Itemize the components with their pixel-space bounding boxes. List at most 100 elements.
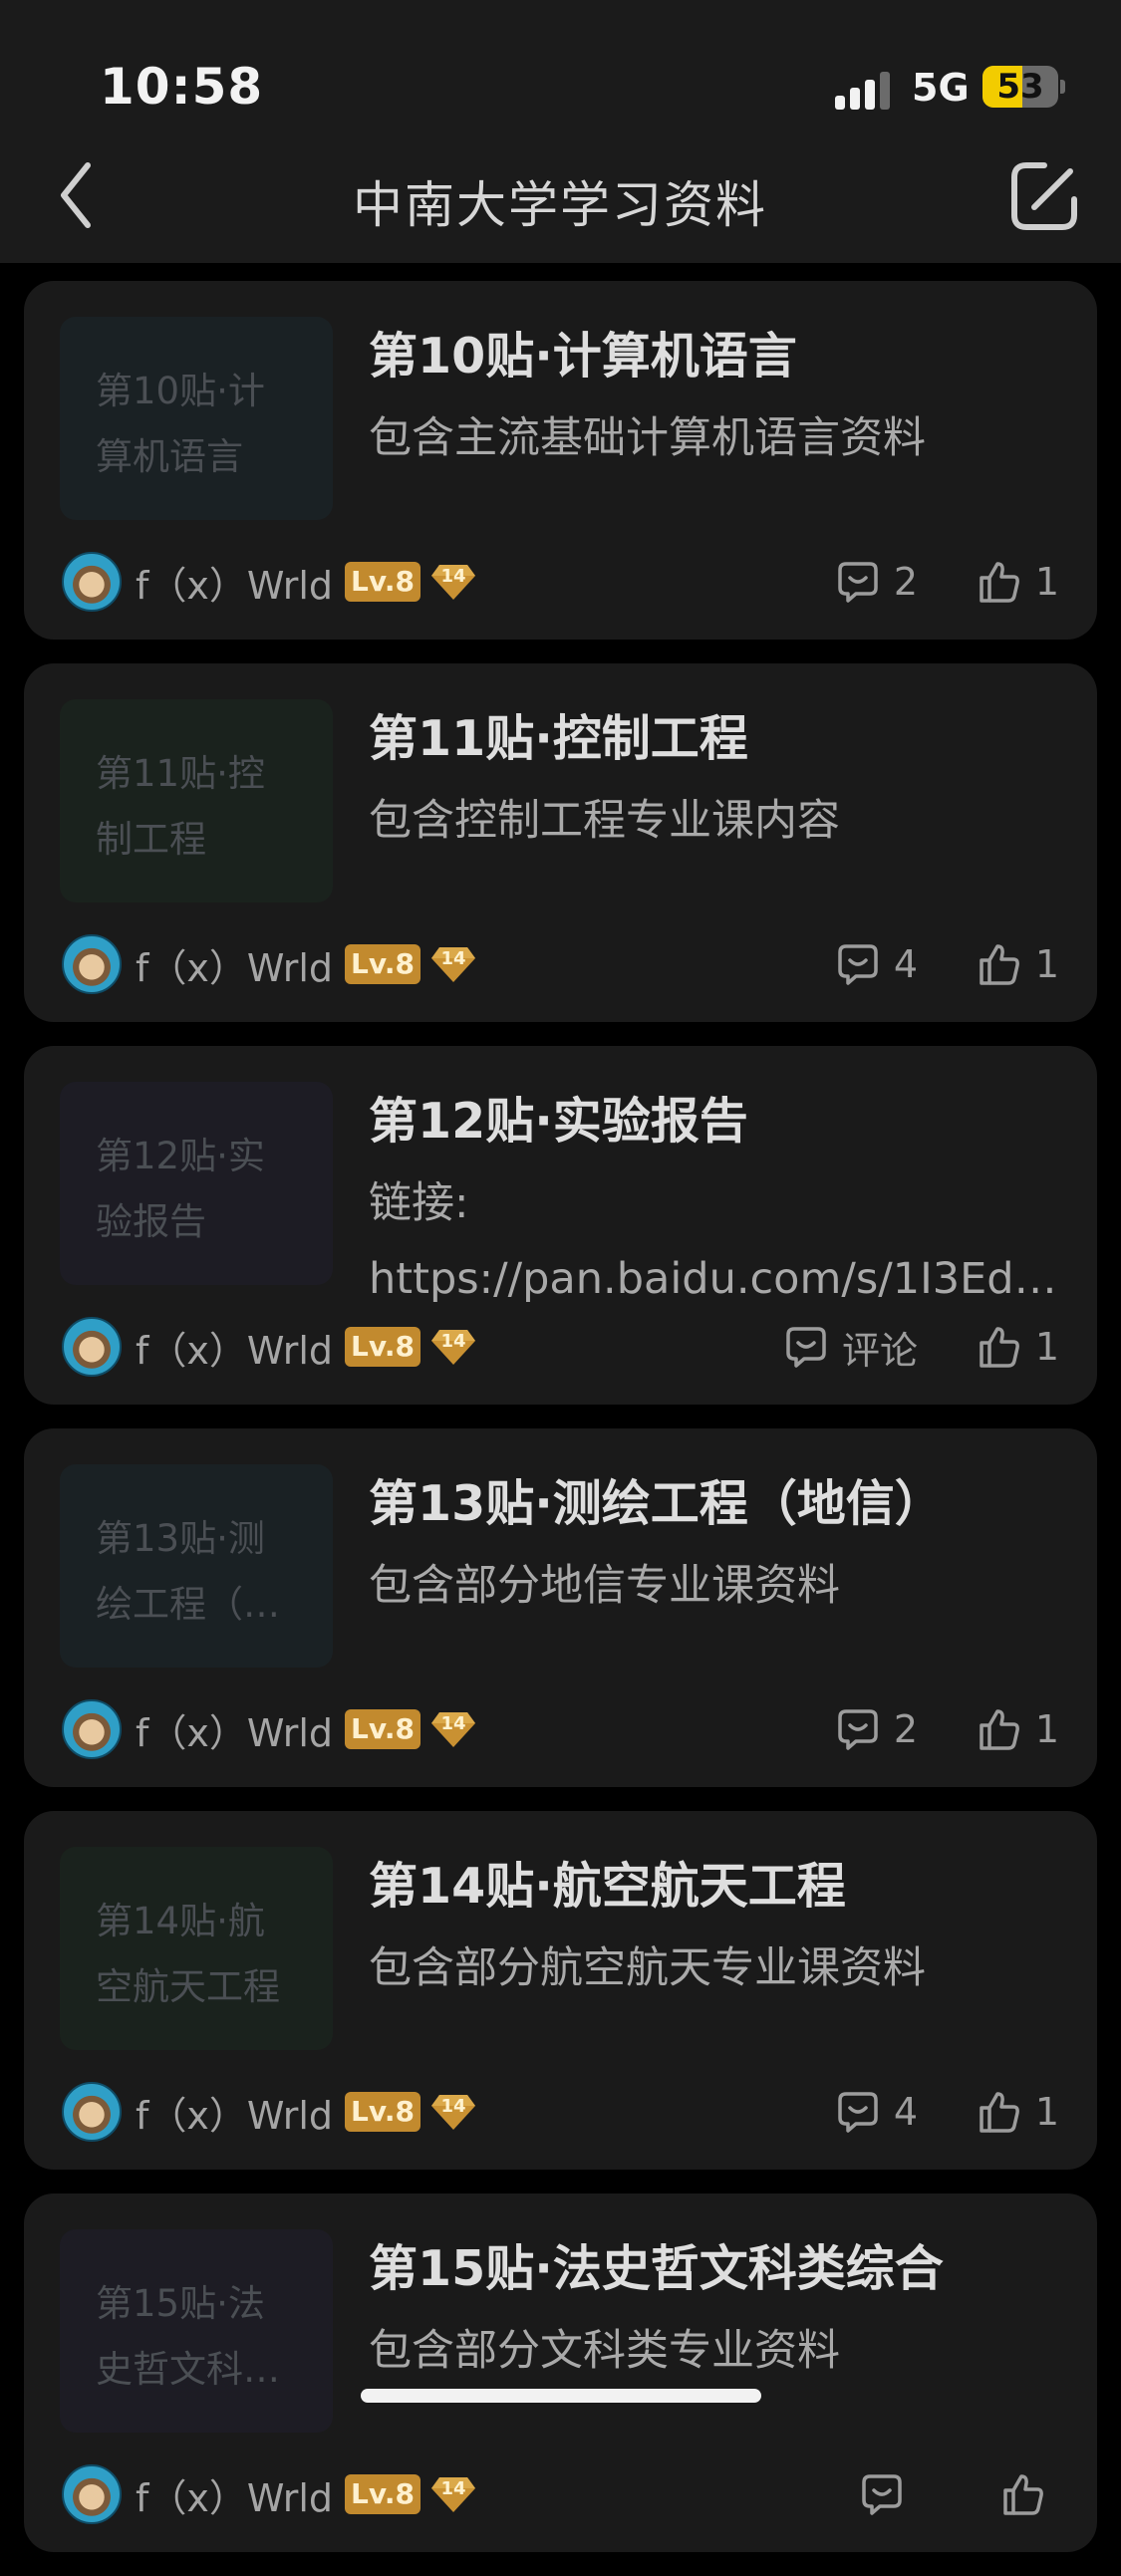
author-info[interactable]: f（x）Wrld Lv.8 14 xyxy=(62,550,476,614)
post-title[interactable]: 第11贴·控制工程 xyxy=(369,699,748,770)
avatar[interactable] xyxy=(62,1317,122,1377)
description-line: https://pan.baidu.com/s/1I3EdC… xyxy=(369,1254,1066,1304)
top-bar: 10:58 5G 53 中南大学学习资料 xyxy=(0,0,1121,263)
author-info[interactable]: f（x）Wrld Lv.8 14 xyxy=(62,1697,476,1761)
post-card[interactable]: 第15贴·法 史哲文科… 第15贴·法史哲文科类综合 包含部分文科类专业资料 f… xyxy=(24,2193,1097,2552)
post-thumbnail[interactable]: 第11贴·控 制工程 xyxy=(60,699,333,902)
gem-badge: 14 xyxy=(430,562,476,602)
author-name[interactable]: f（x）Wrld xyxy=(136,1702,333,1757)
comment-icon xyxy=(838,1709,878,1750)
compose-button[interactable] xyxy=(1004,157,1084,237)
author-name[interactable]: f（x）Wrld xyxy=(136,555,333,610)
avatar[interactable] xyxy=(62,552,122,612)
post-card[interactable]: 第13贴·测 绘工程（… 第13贴·测绘工程（地信） 包含部分地信专业课资料 f… xyxy=(24,1428,1097,1787)
like-button[interactable]: 1 xyxy=(978,932,1059,996)
post-title[interactable]: 第15贴·法史哲文科类综合 xyxy=(369,2229,944,2300)
description-line: 包含部分地信专业课资料 xyxy=(369,1561,840,1611)
author-name[interactable]: f（x）Wrld xyxy=(136,2467,333,2522)
author-info[interactable]: f（x）Wrld Lv.8 14 xyxy=(62,932,476,996)
post-thumbnail[interactable]: 第15贴·法 史哲文科… xyxy=(60,2229,333,2433)
gem-count: 14 xyxy=(440,566,466,587)
comment-button[interactable]: 评论 xyxy=(784,1315,918,1379)
thumbs-up-icon xyxy=(980,562,1019,603)
post-title[interactable]: 第14贴·航空航天工程 xyxy=(369,1847,846,1918)
thumbnail-text-line: 第15贴·法 xyxy=(96,2282,265,2325)
comment-button[interactable]: 4 xyxy=(836,2080,918,2144)
chevron-left-icon xyxy=(61,162,91,228)
comment-button[interactable]: 2 xyxy=(836,1697,918,1761)
back-button[interactable] xyxy=(44,159,114,231)
thumbs-up-icon xyxy=(980,2092,1019,2133)
thumbnail-text-line: 制工程 xyxy=(96,818,206,861)
post-thumbnail[interactable]: 第12贴·实 验报告 xyxy=(60,1082,333,1285)
like-count: 1 xyxy=(1034,942,1059,986)
thumbnail-text-line: 第13贴·测 xyxy=(96,1517,265,1560)
thumbnail-text-line: 史哲文科… xyxy=(96,2348,280,2391)
like-button[interactable]: 1 xyxy=(978,1697,1059,1761)
avatar[interactable] xyxy=(62,2464,122,2524)
post-thumbnail[interactable]: 第14贴·航 空航天工程 xyxy=(60,1847,333,2050)
author-name[interactable]: f（x）Wrld xyxy=(136,937,333,992)
like-button[interactable]: 1 xyxy=(978,550,1059,614)
gem-count: 14 xyxy=(440,1713,466,1734)
thumbnail-text-line: 第10贴·计 xyxy=(96,370,265,412)
like-button[interactable]: 1 xyxy=(978,2080,1059,2144)
like-button[interactable]: 1 xyxy=(978,1315,1059,1379)
post-title[interactable]: 第13贴·测绘工程（地信） xyxy=(369,1464,944,1535)
gem-count: 14 xyxy=(440,2096,466,2117)
comment-icon xyxy=(862,2474,902,2515)
gem-count: 14 xyxy=(440,2478,466,2499)
like-button[interactable] xyxy=(1001,2462,1059,2526)
comment-button[interactable] xyxy=(860,2462,918,2526)
comment-count: 评论 xyxy=(841,1328,918,1373)
author-name[interactable]: f（x）Wrld xyxy=(136,2085,333,2140)
battery-percentage: 53 xyxy=(996,67,1044,107)
level-badge: Lv.8 xyxy=(345,2474,420,2514)
thumbnail-text-line: 空航天工程 xyxy=(96,1965,280,2008)
like-count: 1 xyxy=(1034,560,1059,604)
author-info[interactable]: f（x）Wrld Lv.8 14 xyxy=(62,2080,476,2144)
author-info[interactable]: f（x）Wrld Lv.8 14 xyxy=(62,1315,476,1379)
network-type: 5G xyxy=(912,66,970,110)
comment-count: 4 xyxy=(893,942,918,986)
comment-count: 4 xyxy=(893,2090,918,2134)
gem-badge: 14 xyxy=(430,2474,476,2514)
avatar[interactable] xyxy=(62,1699,122,1759)
comment-icon xyxy=(838,562,878,603)
thumbs-up-icon xyxy=(980,1709,1019,1750)
description-line: 包含主流基础计算机语言资料 xyxy=(369,413,926,463)
gem-count: 14 xyxy=(440,1331,466,1352)
post-card[interactable]: 第14贴·航 空航天工程 第14贴·航空航天工程 包含部分航空航天专业课资料 f… xyxy=(24,1811,1097,2170)
thumbnail-text-line: 第12贴·实 xyxy=(96,1135,265,1177)
gem-count: 14 xyxy=(440,948,466,969)
gem-badge: 14 xyxy=(430,2092,476,2132)
description-line: 链接: xyxy=(369,1178,469,1228)
description-line: 包含控制工程专业课内容 xyxy=(369,796,840,846)
level-badge: Lv.8 xyxy=(345,562,420,602)
post-thumbnail[interactable]: 第10贴·计 算机语言 xyxy=(60,317,333,520)
post-description: 包含主流基础计算机语言资料 xyxy=(369,400,1066,476)
battery-tip xyxy=(1060,80,1065,94)
comment-button[interactable]: 4 xyxy=(836,932,918,996)
post-thumbnail[interactable]: 第13贴·测 绘工程（… xyxy=(60,1464,333,1668)
comment-button[interactable]: 2 xyxy=(836,550,918,614)
post-card[interactable]: 第11贴·控 制工程 第11贴·控制工程 包含控制工程专业课内容 f（x）Wrl… xyxy=(24,663,1097,1022)
like-count: 1 xyxy=(1034,2090,1059,2134)
level-badge: Lv.8 xyxy=(345,2092,420,2132)
post-card[interactable]: 第12贴·实 验报告 第12贴·实验报告 链接: https://pan.baid… xyxy=(24,1046,1097,1405)
author-info[interactable]: f（x）Wrld Lv.8 14 xyxy=(62,2462,476,2526)
thumbs-up-icon xyxy=(1003,2474,1043,2515)
post-description: 包含部分文科类专业资料 xyxy=(369,2313,1066,2389)
thumbs-up-icon xyxy=(980,944,1019,985)
gem-badge: 14 xyxy=(430,944,476,984)
comment-count: 2 xyxy=(893,560,918,604)
cellular-signal-icon xyxy=(835,70,895,110)
post-title[interactable]: 第12贴·实验报告 xyxy=(369,1082,748,1153)
post-card[interactable]: 第10贴·计 算机语言 第10贴·计算机语言 包含主流基础计算机语言资料 f（x… xyxy=(24,281,1097,640)
post-title[interactable]: 第10贴·计算机语言 xyxy=(369,317,797,387)
avatar[interactable] xyxy=(62,2082,122,2142)
comment-icon xyxy=(838,944,878,985)
author-name[interactable]: f（x）Wrld xyxy=(136,1320,333,1375)
thumbnail-text-line: 绘工程（… xyxy=(96,1583,280,1626)
avatar[interactable] xyxy=(62,934,122,994)
